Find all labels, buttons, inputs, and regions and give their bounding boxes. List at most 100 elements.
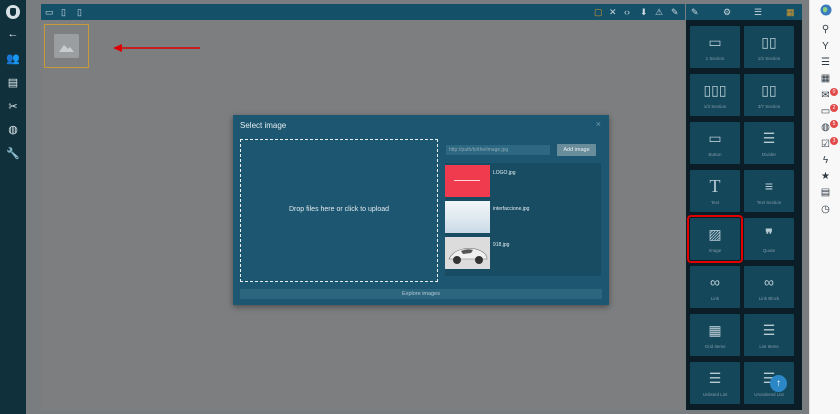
- unlisted-list-icon: ☰: [708, 370, 722, 386]
- text-icon: T: [709, 176, 721, 196]
- image-placeholder-icon: [54, 34, 79, 58]
- add-image-button[interactable]: Add image: [557, 144, 596, 156]
- half-section-icon: ▯▯: [761, 34, 777, 50]
- asset-item[interactable]: 918.jpg: [445, 235, 601, 270]
- globe-icon[interactable]: ◍: [0, 121, 26, 139]
- divider-icon: ☰: [762, 130, 776, 146]
- block-label: Image: [708, 248, 722, 253]
- asset-name: LOGO.jpg: [493, 170, 516, 176]
- edit-icon[interactable]: ✎: [671, 7, 679, 17]
- desktop-icon[interactable]: ▭: [45, 7, 54, 17]
- right-bar: ⚲ Y ☰ ▦ ✉ 0 ▭ 2 ◍ 5 ☑ 3 ϟ ★ ▤ ◷: [809, 0, 840, 414]
- globe-badge: 5: [830, 120, 838, 128]
- check-badge: 3: [830, 137, 838, 145]
- fork-icon[interactable]: Y: [810, 41, 840, 53]
- asset-thumbnail: [445, 237, 490, 269]
- mail-badge: 0: [830, 88, 838, 96]
- brush-icon[interactable]: ✎: [691, 7, 699, 17]
- upload-dropzone[interactable]: Drop files here or click to upload: [240, 139, 438, 282]
- grid-items-icon: ▦: [708, 322, 722, 338]
- menu-icon[interactable]: ☰: [754, 7, 762, 17]
- block-label: Text Section: [756, 200, 782, 205]
- block-link[interactable]: ∞ Link: [690, 266, 740, 308]
- search-icon[interactable]: ⚲: [810, 24, 840, 36]
- warning-icon[interactable]: ⚠: [655, 7, 663, 17]
- dropzone-text: Drop files here or click to upload: [289, 206, 389, 213]
- calendar-icon[interactable]: ▦: [810, 73, 840, 85]
- block-label: 1/2 Section: [757, 56, 781, 61]
- asset-name: 918.jpg: [493, 242, 510, 248]
- one-section-icon: ▭: [708, 34, 722, 50]
- block-list-items[interactable]: ☰ List Items: [744, 314, 794, 356]
- block-half-section[interactable]: ▯▯ 1/2 Section: [744, 26, 794, 68]
- mobile-icon[interactable]: ▯: [77, 7, 82, 17]
- block-label: 3/7 Section: [757, 104, 781, 109]
- block-grid-items[interactable]: ▦ Grid Items: [690, 314, 740, 356]
- assets-list: LOGO.jpg interfaccione.jpg 918.jpg: [445, 163, 601, 276]
- fullscreen-icon[interactable]: ✕: [609, 7, 617, 17]
- block-label: Quote: [762, 248, 776, 253]
- block-label: 1/3 Section: [703, 104, 727, 109]
- block-link-block[interactable]: ∞ Link Block: [744, 266, 794, 308]
- app-globe-icon[interactable]: [820, 4, 832, 16]
- block-text-section[interactable]: ≡ Text Section: [744, 170, 794, 212]
- code-icon[interactable]: ‹›: [624, 7, 630, 17]
- image-path-input[interactable]: [446, 145, 550, 155]
- back-arrow-icon[interactable]: ←: [0, 25, 26, 43]
- block-divider[interactable]: ☰ Divider: [744, 122, 794, 164]
- asset-thumbnail: [445, 165, 490, 197]
- document-icon[interactable]: ▤: [810, 187, 840, 199]
- block-third-section[interactable]: ▯▯▯ 1/3 Section: [690, 74, 740, 116]
- grid-icon[interactable]: ▦: [786, 7, 795, 17]
- image-placeholder[interactable]: [44, 24, 89, 68]
- block-quote[interactable]: ❞ Quote: [744, 218, 794, 260]
- three-seventh-section-icon: ▯▯: [761, 82, 777, 98]
- users-icon[interactable]: 👥: [0, 50, 26, 68]
- block-label: 1 Section: [705, 56, 725, 61]
- scroll-top-button[interactable]: ↑: [770, 375, 787, 392]
- list-icon[interactable]: ☰: [810, 57, 840, 69]
- wrench-icon[interactable]: 🔧: [0, 145, 26, 163]
- square-icon[interactable]: ▢: [594, 7, 603, 17]
- block-label: Unlisted List: [702, 392, 728, 397]
- asset-item[interactable]: LOGO.jpg: [445, 163, 601, 198]
- select-image-modal: Select image × Drop files here or click …: [233, 115, 609, 305]
- bolt-icon[interactable]: ϟ: [810, 155, 840, 167]
- block-button[interactable]: ▭ Button: [690, 122, 740, 164]
- block-label: Unordered List: [754, 392, 784, 397]
- block-label: Link: [710, 296, 720, 301]
- panel-toolbar: ✎ ⚙ ☰ ▦: [686, 4, 802, 20]
- block-unlisted-list[interactable]: ☰ Unlisted List: [690, 362, 740, 404]
- text-section-icon: ≡: [764, 178, 774, 194]
- star-icon[interactable]: ★: [810, 171, 840, 183]
- download-icon[interactable]: ⬇: [640, 7, 648, 17]
- list-items-icon: ☰: [762, 322, 776, 338]
- gear-icon[interactable]: ⚙: [723, 7, 731, 17]
- left-sidebar: ← 👥 ▤ ✂ ◍ 🔧: [0, 0, 26, 414]
- asset-item[interactable]: interfaccione.jpg: [445, 199, 601, 234]
- annotation-arrow: [113, 44, 200, 52]
- arrow-up-icon: ↑: [776, 378, 781, 389]
- button-icon: ▭: [708, 130, 722, 146]
- link-icon: ∞: [710, 274, 720, 290]
- chat-badge: 2: [830, 104, 838, 112]
- block-1-section[interactable]: ▭ 1 Section: [690, 26, 740, 68]
- block-text[interactable]: T Text: [690, 170, 740, 212]
- third-section-icon: ▯▯▯: [703, 82, 727, 98]
- close-icon[interactable]: ×: [596, 119, 601, 129]
- block-label: Text: [710, 200, 720, 205]
- modal-header: Select image ×: [233, 115, 609, 137]
- timer-icon[interactable]: ◷: [810, 204, 840, 216]
- asset-thumbnail: [445, 201, 490, 233]
- block-three-seventh-section[interactable]: ▯▯ 3/7 Section: [744, 74, 794, 116]
- block-image[interactable]: ▨ Image: [687, 215, 743, 263]
- link-block-icon: ∞: [764, 274, 774, 290]
- address-book-icon[interactable]: ▤: [0, 74, 26, 92]
- explore-images-button[interactable]: Explore images: [240, 289, 602, 299]
- block-label: Grid Items: [704, 344, 726, 349]
- tablet-icon[interactable]: ▯: [61, 7, 66, 17]
- quote-icon: ❞: [765, 226, 773, 242]
- tools-icon[interactable]: ✂: [0, 98, 26, 116]
- app-logo[interactable]: [6, 5, 20, 19]
- block-label: Button: [708, 152, 722, 157]
